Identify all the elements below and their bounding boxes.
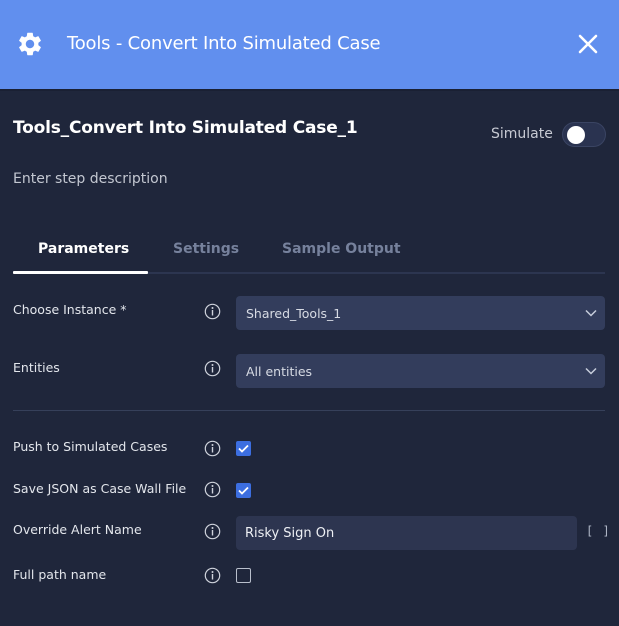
active-tab-indicator xyxy=(13,271,148,274)
tab-sample-output[interactable]: Sample Output xyxy=(282,241,401,257)
step-description-input[interactable]: Enter step description xyxy=(13,171,168,187)
save-json-checkbox[interactable] xyxy=(236,483,251,498)
dialog-title: Tools - Convert Into Simulated Case xyxy=(67,33,381,54)
simulate-toggle[interactable] xyxy=(562,122,606,147)
dialog-header: Tools - Convert Into Simulated Case xyxy=(0,0,619,89)
close-icon[interactable] xyxy=(577,33,599,55)
gear-icon xyxy=(19,32,41,56)
info-icon[interactable] xyxy=(204,360,221,377)
info-icon[interactable] xyxy=(204,523,221,540)
step-name[interactable]: Tools_Convert Into Simulated Case_1 xyxy=(13,118,358,138)
check-icon xyxy=(238,444,249,453)
simulate-label: Simulate xyxy=(491,126,553,142)
tab-settings[interactable]: Settings xyxy=(173,241,239,257)
insert-placeholder-button[interactable]: [ ] xyxy=(586,524,611,538)
choose-instance-value: Shared_Tools_1 xyxy=(246,306,342,321)
save-json-label: Save JSON as Case Wall File xyxy=(13,481,187,496)
push-simulated-checkbox[interactable] xyxy=(236,441,251,456)
choose-instance-select[interactable]: Shared_Tools_1 xyxy=(236,296,605,330)
check-icon xyxy=(238,486,249,495)
override-alert-input[interactable] xyxy=(236,516,577,550)
info-icon[interactable] xyxy=(204,303,221,320)
choose-instance-label: Choose Instance * xyxy=(13,302,127,317)
info-icon[interactable] xyxy=(204,440,221,457)
toggle-knob xyxy=(567,126,585,144)
chevron-down-icon xyxy=(585,367,597,375)
info-icon[interactable] xyxy=(204,481,221,498)
tab-bar: Parameters Settings Sample Output xyxy=(13,236,605,276)
entities-value: All entities xyxy=(246,364,313,379)
entities-label: Entities xyxy=(13,360,60,375)
entities-select[interactable]: All entities xyxy=(236,354,605,388)
full-path-label: Full path name xyxy=(13,567,107,582)
tab-parameters[interactable]: Parameters xyxy=(38,241,129,257)
chevron-down-icon xyxy=(585,309,597,317)
full-path-checkbox[interactable] xyxy=(236,568,251,583)
push-simulated-label: Push to Simulated Cases xyxy=(13,439,168,454)
header-divider xyxy=(0,89,619,91)
override-alert-label: Override Alert Name xyxy=(13,522,142,537)
section-divider xyxy=(13,410,605,411)
info-icon[interactable] xyxy=(204,567,221,584)
